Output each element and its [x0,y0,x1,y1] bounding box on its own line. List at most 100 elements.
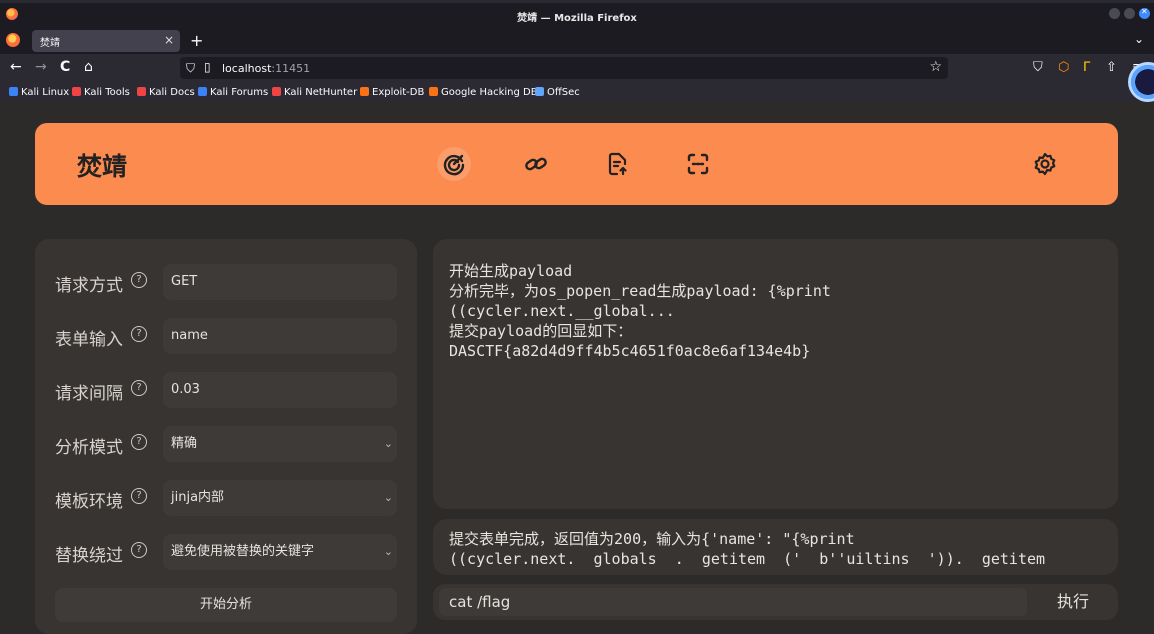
command-input[interactable]: cat /flag [439,588,1027,616]
bookmark-offsec[interactable]: OffSec [535,87,580,98]
firefox-view-icon[interactable] [6,33,20,47]
output-line: ((cycler.next.__global... [449,302,675,320]
form-row-bypass: 替换绕过 ? 避免使用被替换的关键字 ⌄ [35,534,417,570]
kali-linux-icon [9,87,18,96]
gear-icon[interactable] [1028,147,1062,181]
help-icon[interactable]: ? [131,272,147,288]
output-line: DASCTF{a82d4d9ff4b5c4651f0ac8e6af134e4b} [449,342,811,360]
bookmark-label: Kali Docs [149,87,195,98]
chevron-down-icon: ⌄ [383,491,393,504]
bookmark-label: Kali Linux [21,87,70,98]
mode-value: 精确 [171,436,198,451]
log-panel: 提交表单完成，返回值为200，输入为{'name': "{%print ((cy… [433,519,1118,575]
bookmark-label: Kali NetHunter [284,87,358,98]
help-icon[interactable]: ? [131,434,147,450]
mode-select[interactable]: 精确 ⌄ [163,426,397,462]
bookmark-label: OffSec [547,87,580,98]
minimize-button[interactable] [1109,8,1120,19]
exploit-db-icon [360,87,369,96]
window-titlebar: 焚靖 — Mozilla Firefox [0,0,1154,28]
bookmark-label: Google Hacking DB [441,87,538,98]
output-line: 分析完毕，为os_popen_read生成payload: {%print [449,282,831,300]
help-icon[interactable]: ? [131,326,147,342]
app-header: 焚靖 [35,123,1118,205]
execute-button[interactable]: 执行 [1038,588,1108,616]
bookmark-kali-linux[interactable]: Kali Linux [9,87,69,98]
interval-label: 请求间隔 [55,384,123,404]
bookmark-google-hacking-db[interactable]: Google Hacking DB [429,87,538,98]
scan-icon[interactable] [681,147,715,181]
bookmark-kali-nethunter[interactable]: Kali NetHunter [272,87,357,98]
reload-icon[interactable]: C [60,59,70,75]
tab-active[interactable]: 焚靖 × [32,30,180,52]
back-icon[interactable]: ← [10,59,22,75]
help-icon[interactable]: ? [131,542,147,558]
kali-nethunter-icon [272,87,281,96]
window-title: 焚靖 — Mozilla Firefox [517,13,637,24]
tab-close-icon[interactable]: × [164,33,174,47]
crack-icon[interactable] [437,147,471,181]
maximize-button[interactable] [1124,8,1135,19]
output-line: 提交payload的回显如下： [449,322,633,340]
help-icon[interactable]: ? [131,488,147,504]
bypass-select[interactable]: 避免使用被替换的关键字 ⌄ [163,534,397,570]
help-icon[interactable]: ? [131,380,147,396]
page-info-icon[interactable]: ▯ [204,60,211,74]
list-tabs-icon[interactable]: ⌄ [1134,32,1144,46]
tracking-shield-icon[interactable]: ⛉ [186,61,195,76]
pocket-icon[interactable]: ⛉ [1033,60,1043,75]
bookmark-kali-docs[interactable]: Kali Docs [137,87,195,98]
mode-label: 分析模式 [55,438,123,458]
bookmark-label: Exploit-DB [372,87,425,98]
tab-label: 焚靖 [40,38,60,49]
bookmarks-toolbar: Kali Linux Kali Tools Kali Docs Kali For… [0,84,1154,102]
navigation-bar: ← → C ⌂ ⛉ ▯ localhost:11451 ☆ ⛉ ⬡ ᒥ ⇧ ≡ [0,54,1154,84]
kali-forums-icon [198,87,207,96]
file-upload-icon[interactable] [601,147,635,181]
env-select[interactable]: jinja内部 ⌄ [163,480,397,516]
kali-docs-icon [137,87,146,96]
output-panel: 开始生成payload 分析完毕，为os_popen_read生成payload… [433,239,1118,509]
log-line: ((cycler.next. globals . getitem (' b''u… [449,550,1046,568]
output-text: 开始生成payload 分析完毕，为os_popen_read生成payload… [449,261,1099,361]
output-line: 开始生成payload [449,262,573,280]
app-title: 焚靖 [77,152,128,181]
forward-icon[interactable]: → [35,59,47,75]
bookmark-label: Kali Tools [84,87,130,98]
home-icon[interactable]: ⌂ [84,59,93,75]
bookmark-label: Kali Forums [210,87,269,98]
bookmark-star-icon[interactable]: ☆ [929,59,942,75]
command-panel: cat /flag 执行 [433,584,1118,620]
env-value: jinja内部 [171,490,225,505]
extension-2-icon[interactable]: ᒥ [1083,60,1090,75]
extension-icon[interactable]: ⬡ [1058,60,1069,75]
form-row-form-input: 表单输入 ? name [35,318,417,354]
new-tab-button[interactable]: + [190,31,203,50]
form-input-field[interactable]: name [163,318,397,354]
method-input[interactable]: GET [163,264,397,300]
form-row-interval: 请求间隔 ? 0.03 [35,372,417,408]
url-bar[interactable]: ⛉ ▯ localhost:11451 ☆ [180,57,948,79]
close-window-button[interactable] [1139,7,1150,19]
top-strip [0,0,1154,3]
url-host: localhost [222,62,272,75]
bypass-value: 避免使用被替换的关键字 [171,544,315,559]
bookmark-exploit-db[interactable]: Exploit-DB [360,87,424,98]
link-icon[interactable] [519,147,553,181]
bookmark-kali-tools[interactable]: Kali Tools [72,87,130,98]
bypass-label: 替换绕过 [55,546,123,566]
form-row-env: 模板环境 ? jinja内部 ⌄ [35,480,417,516]
url-text: localhost:11451 [222,62,310,75]
share-icon[interactable]: ⇧ [1106,60,1117,75]
google-hacking-db-icon [429,87,438,96]
settings-form: 请求方式 ? GET 表单输入 ? name 请求间隔 ? 0.03 分析模式 … [35,239,417,634]
start-analysis-button[interactable]: 开始分析 [55,588,397,622]
form-input-label: 表单输入 [55,330,123,350]
tab-strip: 焚靖 × [0,28,1154,54]
bookmark-kali-forums[interactable]: Kali Forums [198,87,268,98]
log-line: 提交表单完成，返回值为200，输入为{'name': "{%print [449,530,855,548]
log-text: 提交表单完成，返回值为200，输入为{'name': "{%print ((cy… [449,529,1109,569]
window-controls [1109,7,1150,19]
interval-input[interactable]: 0.03 [163,372,397,408]
env-label: 模板环境 [55,492,123,512]
